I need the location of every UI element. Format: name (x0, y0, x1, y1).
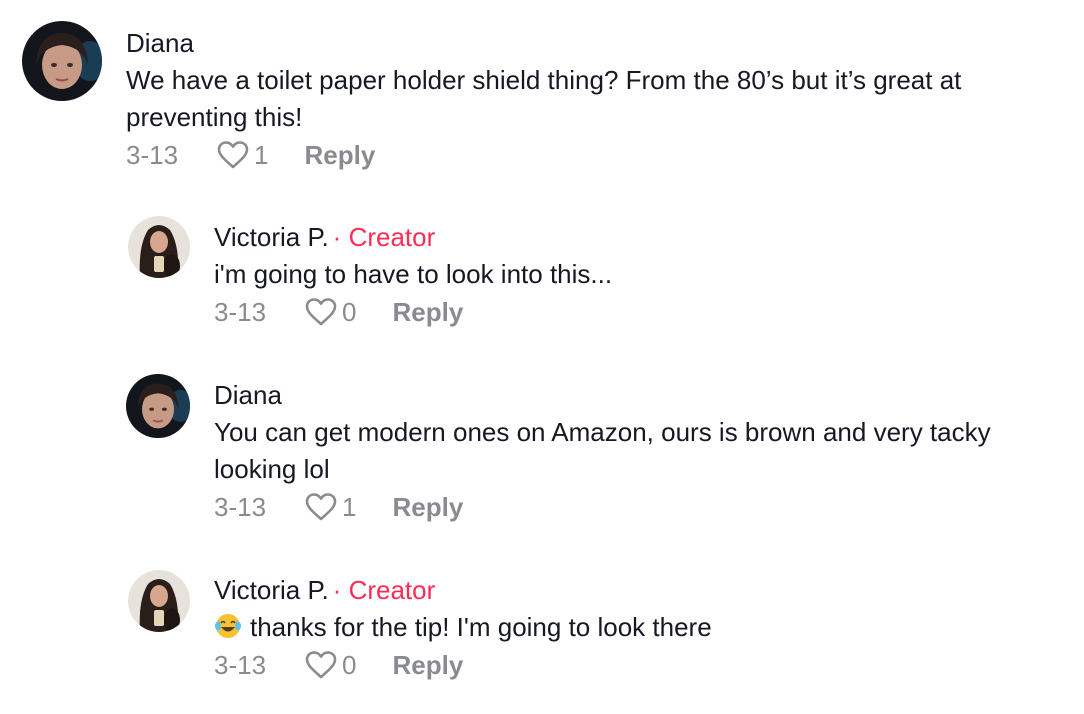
comment-meta: 3-13 1 Reply (126, 140, 1064, 170)
heart-icon (217, 141, 249, 169)
face-with-tears-of-joy-icon (214, 612, 242, 640)
like-count: 1 (342, 492, 357, 522)
comment-text: i'm going to have to look into this... (214, 259, 613, 289)
author-name[interactable]: Victoria P. (214, 575, 329, 605)
avatar[interactable] (22, 21, 102, 101)
avatar[interactable] (128, 570, 190, 632)
comment-text-body: thanks for the tip! I'm going to look th… (250, 612, 712, 642)
creator-badge: Creator (348, 222, 436, 252)
woman-portrait-dark-avatar-icon (126, 374, 190, 438)
creator-separator: · (332, 222, 342, 252)
comment-meta: 3-13 0 Reply (214, 297, 1064, 327)
comment-date: 3-13 (214, 492, 267, 522)
avatar[interactable] (128, 216, 190, 278)
reply-button[interactable]: Reply (305, 140, 376, 170)
woman-long-hair-avatar-icon (128, 570, 190, 632)
comment-date: 3-13 (126, 140, 179, 170)
like-count: 1 (254, 140, 269, 170)
comment-text: You can get modern ones on Amazon, ours … (214, 417, 991, 484)
comment-author[interactable]: Diana (214, 380, 1064, 410)
like-button[interactable]: 1 (216, 140, 269, 170)
woman-portrait-dark-avatar-icon (22, 21, 102, 101)
like-button[interactable]: 1 (304, 492, 357, 522)
comment-meta: 3-13 0 Reply (214, 650, 1064, 680)
comment-author[interactable]: Diana (126, 28, 1064, 58)
reply-button[interactable]: Reply (393, 650, 464, 680)
woman-long-hair-avatar-icon (128, 216, 190, 278)
avatar[interactable] (126, 374, 190, 438)
author-name[interactable]: Diana (214, 380, 282, 410)
like-count: 0 (342, 650, 357, 680)
like-button[interactable]: 0 (304, 297, 357, 327)
comment-date: 3-13 (214, 650, 267, 680)
comment-text: thanks for the tip! I'm going to look th… (214, 609, 1064, 646)
like-button[interactable]: 0 (304, 650, 357, 680)
heart-icon (305, 651, 337, 679)
comment-date: 3-13 (214, 297, 267, 327)
heart-icon (305, 298, 337, 326)
creator-separator: · (332, 575, 342, 605)
comment-text: We have a toilet paper holder shield thi… (126, 65, 962, 132)
comment-meta: 3-13 1 Reply (214, 492, 1064, 522)
reply-button[interactable]: Reply (393, 297, 464, 327)
like-count: 0 (342, 297, 357, 327)
reply-button[interactable]: Reply (393, 492, 464, 522)
heart-icon (305, 493, 337, 521)
author-name[interactable]: Victoria P. (214, 222, 329, 252)
comment-author[interactable]: Victoria P. · Creator (214, 222, 1064, 252)
comment-author[interactable]: Victoria P. · Creator (214, 575, 1064, 605)
creator-badge: Creator (348, 575, 436, 605)
author-name[interactable]: Diana (126, 28, 194, 58)
